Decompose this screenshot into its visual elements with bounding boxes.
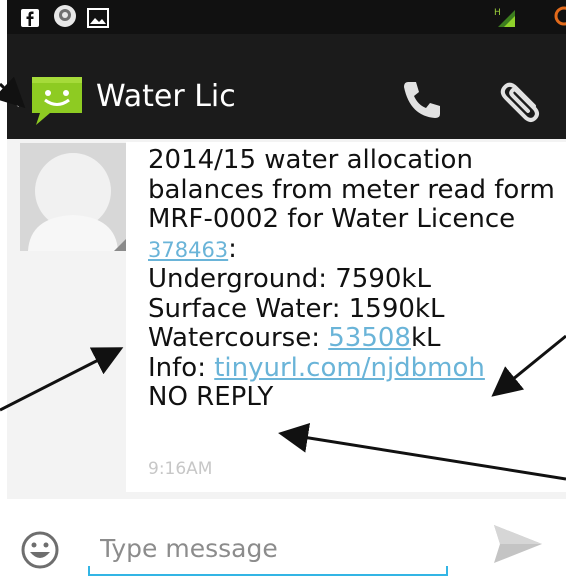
- info-url-link[interactable]: tinyurl.com/njdbmoh: [214, 353, 485, 383]
- watercourse-unit: kL: [410, 323, 441, 353]
- message-line: 2014/15 water allocation: [148, 145, 473, 175]
- send-icon[interactable]: [490, 519, 546, 569]
- input-underline: [88, 566, 448, 576]
- licence-suffix: :: [228, 233, 237, 264]
- action-bar-top: [7, 34, 566, 61]
- svg-text:H: H: [494, 8, 501, 18]
- paperclip-icon[interactable]: [494, 72, 546, 124]
- message-timestamp: 9:16AM: [148, 459, 213, 479]
- message-line: MRF-0002 for Water Licence: [148, 204, 516, 234]
- message-input[interactable]: [100, 528, 450, 568]
- action-bar: [7, 61, 566, 139]
- phone-icon[interactable]: [400, 78, 444, 122]
- no-reply-line: NO REPLY: [148, 382, 274, 412]
- sms-app-logo-icon[interactable]: [28, 73, 86, 129]
- message-line: balances from meter read form: [148, 174, 555, 205]
- watercourse-number-link[interactable]: 53508: [328, 323, 411, 353]
- status-bar: H: [7, 0, 566, 34]
- watercourse-line: Watercourse: 53508kL: [148, 323, 564, 354]
- back-chevron-icon[interactable]: ‹: [10, 86, 21, 114]
- default-avatar-icon: [20, 143, 126, 251]
- underground-line: Underground: 7590kL: [148, 264, 431, 294]
- contact-avatar[interactable]: [20, 143, 126, 251]
- smiley-icon[interactable]: [20, 530, 60, 570]
- licence-line: 378463:: [148, 233, 564, 266]
- facebook-icon: [21, 9, 39, 27]
- watercourse-label: Watercourse:: [148, 323, 329, 353]
- contact-name: Water Lic: [96, 79, 236, 114]
- gallery-icon: [87, 8, 109, 28]
- messenger-icon: [54, 5, 76, 27]
- sync-icon: [554, 6, 566, 26]
- message-body: 2014/15 water allocation balances from m…: [148, 145, 564, 413]
- info-label: Info:: [148, 352, 215, 383]
- surface-water-line: Surface Water: 1590kL: [148, 293, 445, 324]
- info-line: Info: tinyurl.com/njdbmoh: [148, 352, 564, 384]
- signal-h-icon: H: [494, 8, 515, 27]
- licence-number-link[interactable]: 378463: [148, 238, 228, 262]
